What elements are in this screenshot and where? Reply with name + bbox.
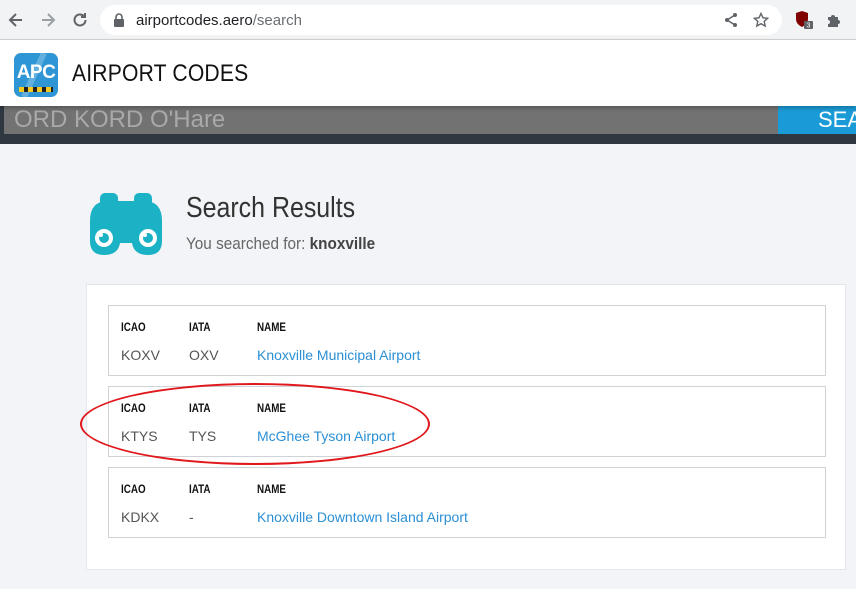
results-panel: ICAO IATA NAME KOXV OXV Knoxville Munici…: [86, 284, 846, 570]
icao-code: KOXV: [121, 347, 160, 363]
puzzle-extension-icon[interactable]: [824, 10, 844, 30]
airport-name-link[interactable]: Knoxville Municipal Airport: [257, 347, 420, 363]
browser-toolbar: airportcodes.aero/search 3: [0, 0, 856, 40]
icao-code: KTYS: [121, 428, 158, 444]
search-button[interactable]: SEARCH: [778, 106, 856, 134]
address-bar[interactable]: airportcodes.aero/search: [100, 5, 782, 35]
icao-header: ICAO: [121, 320, 146, 334]
name-header: NAME: [257, 401, 286, 415]
forward-arrow-icon: [42, 13, 56, 27]
search-input[interactable]: [4, 106, 778, 134]
binoculars-icon: [90, 193, 162, 255]
iata-code: OXV: [189, 347, 219, 363]
back-arrow-icon: [8, 13, 22, 27]
icao-header: ICAO: [121, 401, 146, 415]
airport-name-link[interactable]: Knoxville Downtown Island Airport: [257, 509, 468, 525]
search-query: knoxville: [309, 234, 376, 253]
name-header: NAME: [257, 482, 286, 496]
reload-icon: [73, 13, 87, 27]
result-card: ICAO IATA NAME KOXV OXV Knoxville Munici…: [108, 305, 826, 376]
airport-name-link[interactable]: McGhee Tyson Airport: [257, 428, 395, 444]
ublock-extension-icon[interactable]: 3: [794, 10, 814, 30]
name-header: NAME: [257, 320, 286, 334]
iata-header: IATA: [189, 482, 211, 496]
icao-code: KDKX: [121, 509, 160, 525]
site-title[interactable]: AIRPORT CODES: [72, 60, 248, 88]
result-card: ICAO IATA NAME KTYS TYS McGhee Tyson Air…: [108, 386, 826, 457]
icao-header: ICAO: [121, 482, 146, 496]
search-bar: SEARCH: [0, 106, 856, 144]
iata-code: -: [189, 509, 194, 525]
results-subtitle: You searched for: knoxville: [186, 234, 376, 253]
star-icon[interactable]: [752, 11, 770, 29]
iata-header: IATA: [189, 401, 211, 415]
forward-button[interactable]: [36, 8, 60, 32]
reload-button[interactable]: [68, 8, 92, 32]
logo-text: APC: [16, 62, 56, 83]
lock-icon: [110, 11, 128, 29]
share-icon[interactable]: [722, 11, 740, 29]
logo-runway-stripe: [19, 87, 53, 92]
extension-badge: 3: [807, 23, 811, 30]
result-card: ICAO IATA NAME KDKX - Knoxville Downtown…: [108, 467, 826, 538]
iata-code: TYS: [189, 428, 217, 444]
site-header: APC AIRPORT CODES: [0, 40, 856, 106]
back-button[interactable]: [4, 8, 28, 32]
iata-header: IATA: [189, 320, 211, 334]
url-text: airportcodes.aero/search: [136, 11, 302, 29]
results-title: Search Results: [186, 192, 356, 224]
apc-logo[interactable]: APC: [14, 53, 58, 97]
